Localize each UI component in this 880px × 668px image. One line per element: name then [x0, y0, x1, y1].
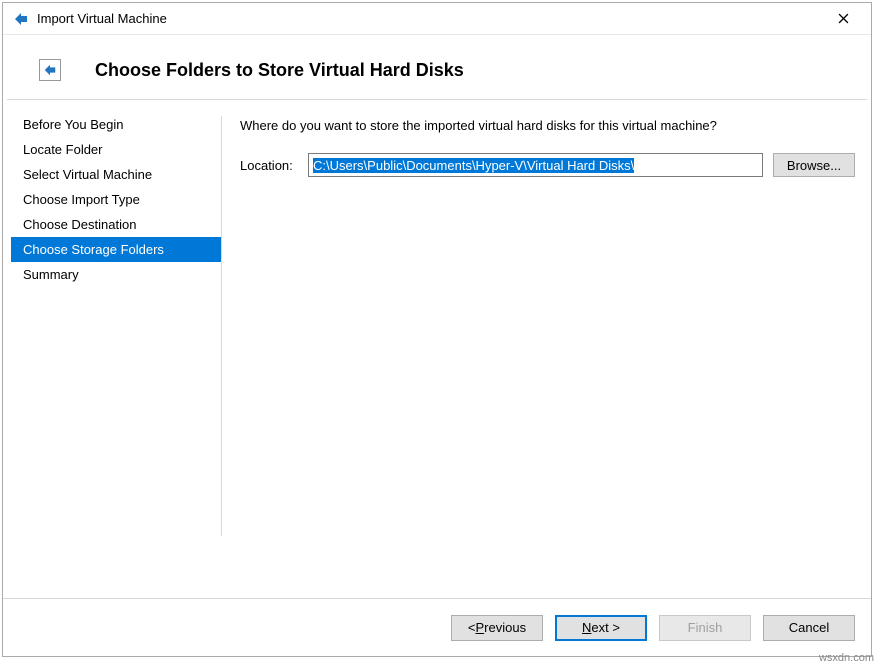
location-input[interactable]: C:\Users\Public\Documents\Hyper-V\Virtua… — [308, 153, 763, 177]
nav-locate-folder[interactable]: Locate Folder — [11, 137, 221, 162]
finish-label: Finish — [688, 620, 723, 635]
wizard-body: Before You Begin Locate Folder Select Vi… — [3, 100, 871, 598]
wizard-nav: Before You Begin Locate Folder Select Vi… — [11, 112, 221, 586]
titlebar: Import Virtual Machine — [3, 3, 871, 35]
nav-summary[interactable]: Summary — [11, 262, 221, 287]
page-title: Choose Folders to Store Virtual Hard Dis… — [95, 60, 464, 81]
wizard-footer: < Previous Next > Finish Cancel — [3, 598, 871, 656]
nav-select-vm[interactable]: Select Virtual Machine — [11, 162, 221, 187]
header-icon — [39, 59, 61, 81]
window-title: Import Virtual Machine — [37, 11, 823, 26]
watermark: wsxdn.com — [819, 652, 874, 664]
wizard-header: Choose Folders to Store Virtual Hard Dis… — [3, 35, 871, 99]
cancel-label: Cancel — [789, 620, 829, 635]
wizard-content: Where do you want to store the imported … — [240, 112, 855, 586]
wizard-window: Import Virtual Machine Choose Folders to… — [2, 2, 872, 657]
cancel-button[interactable]: Cancel — [763, 615, 855, 641]
next-button[interactable]: Next > — [555, 615, 647, 641]
browse-button[interactable]: Browse... — [773, 153, 855, 177]
close-button[interactable] — [823, 5, 863, 33]
previous-button[interactable]: < Previous — [451, 615, 543, 641]
vertical-divider — [221, 116, 222, 536]
nav-choose-destination[interactable]: Choose Destination — [11, 212, 221, 237]
nav-choose-storage-folders[interactable]: Choose Storage Folders — [11, 237, 221, 262]
nav-before-you-begin[interactable]: Before You Begin — [11, 112, 221, 137]
browse-label: Browse... — [787, 158, 841, 173]
nav-choose-import-type[interactable]: Choose Import Type — [11, 187, 221, 212]
app-icon — [13, 11, 29, 27]
prompt-text: Where do you want to store the imported … — [240, 118, 855, 133]
location-label: Location: — [240, 158, 298, 173]
finish-button: Finish — [659, 615, 751, 641]
location-row: Location: C:\Users\Public\Documents\Hype… — [240, 153, 855, 177]
